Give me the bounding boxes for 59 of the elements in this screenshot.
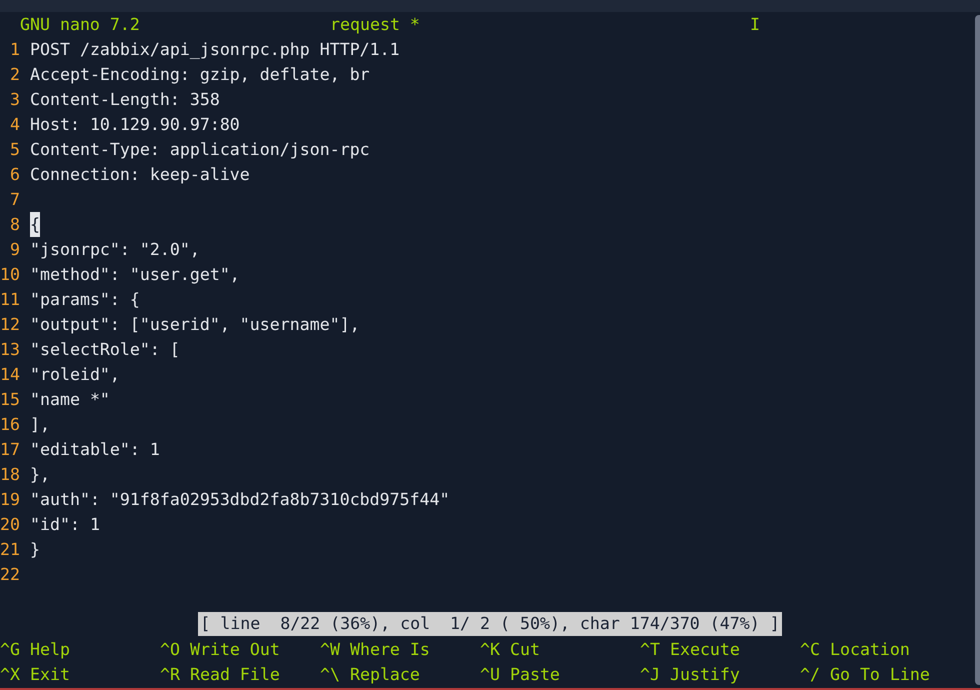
line-number: 12 [0,314,20,336]
line-number: 9 [9,239,20,261]
line-number: 11 [0,289,20,311]
line-number: 22 [0,564,20,586]
shortcut-hint[interactable]: ^R Read File [160,662,280,687]
line-number: 5 [9,139,20,161]
line-number: 10 [0,264,20,286]
shortcut-hint[interactable]: ^W Where Is [320,637,430,662]
line-number: 4 [9,114,20,136]
line-number: 19 [0,489,20,511]
code-line: "roleid", [30,364,120,386]
code-line: "name *" [30,389,110,411]
shortcut-hint[interactable]: ^/ Go To Line [800,662,930,687]
code-line: }, [30,464,50,486]
line-number: 8 [9,214,20,236]
file-name: request * [330,14,421,36]
line-number: 2 [9,64,20,86]
code-line: Content-Length: 358 [30,89,220,111]
app-version: GNU nano 7.2 [20,14,141,36]
line-number: 7 [9,189,20,211]
shortcut-hint[interactable]: ^C Location [800,637,910,662]
code-line: "jsonrpc": "2.0", [30,239,200,261]
code-line: "editable": 1 [30,439,160,461]
code-line: Content-Type: application/json-rpc [30,139,370,161]
line-number: 1 [9,39,20,61]
shortcut-hint[interactable]: ^K Cut [480,637,540,662]
code-line: Host: 10.129.90.97:80 [30,114,240,136]
code-line: "selectRole": [ [30,339,180,361]
code-line: Connection: keep-alive [30,164,250,186]
line-number: 3 [9,89,20,111]
line-number: 17 [0,439,20,461]
shortcut-hint[interactable]: ^U Paste [480,662,560,687]
shortcut-hint[interactable]: ^J Justify [640,662,740,687]
line-number: 15 [0,389,20,411]
code-line: "method": "user.get", [30,264,240,286]
text-cursor: { [30,212,40,237]
line-number: 21 [0,539,20,561]
shortcut-hint[interactable]: ^X Exit [0,662,70,687]
line-number: 13 [0,339,20,361]
line-number: 18 [0,464,20,486]
code-line: "id": 1 [30,514,100,536]
line-number: 14 [0,364,20,386]
line-number: 6 [9,164,20,186]
code-line: "auth": "91f8fa02953dbd2fa8b7310cbd975f44" [30,489,450,511]
modified-indicator: I [750,14,760,36]
code-line: ], [30,414,50,436]
code-line: "output": ["userid", "username"], [30,314,360,336]
code-line: "params": { [30,289,140,311]
shortcut-hint[interactable]: ^\ Replace [320,662,420,687]
shortcut-hint[interactable]: ^G Help [0,637,70,662]
scrollbar[interactable] [975,15,980,685]
code-line: Accept-Encoding: gzip, deflate, br [30,64,370,86]
code-line: } [30,539,40,561]
line-number: 20 [0,514,20,536]
shortcut-hint[interactable]: ^O Write Out [160,637,280,662]
code-line: POST /zabbix/api_jsonrpc.php HTTP/1.1 [30,39,400,61]
shortcut-hint[interactable]: ^T Execute [640,637,740,662]
status-message: [ line 8/22 (36%), col 1/ 2 ( 50%), char 174/370 (47%) ] [198,612,782,636]
line-number: 16 [0,414,20,436]
